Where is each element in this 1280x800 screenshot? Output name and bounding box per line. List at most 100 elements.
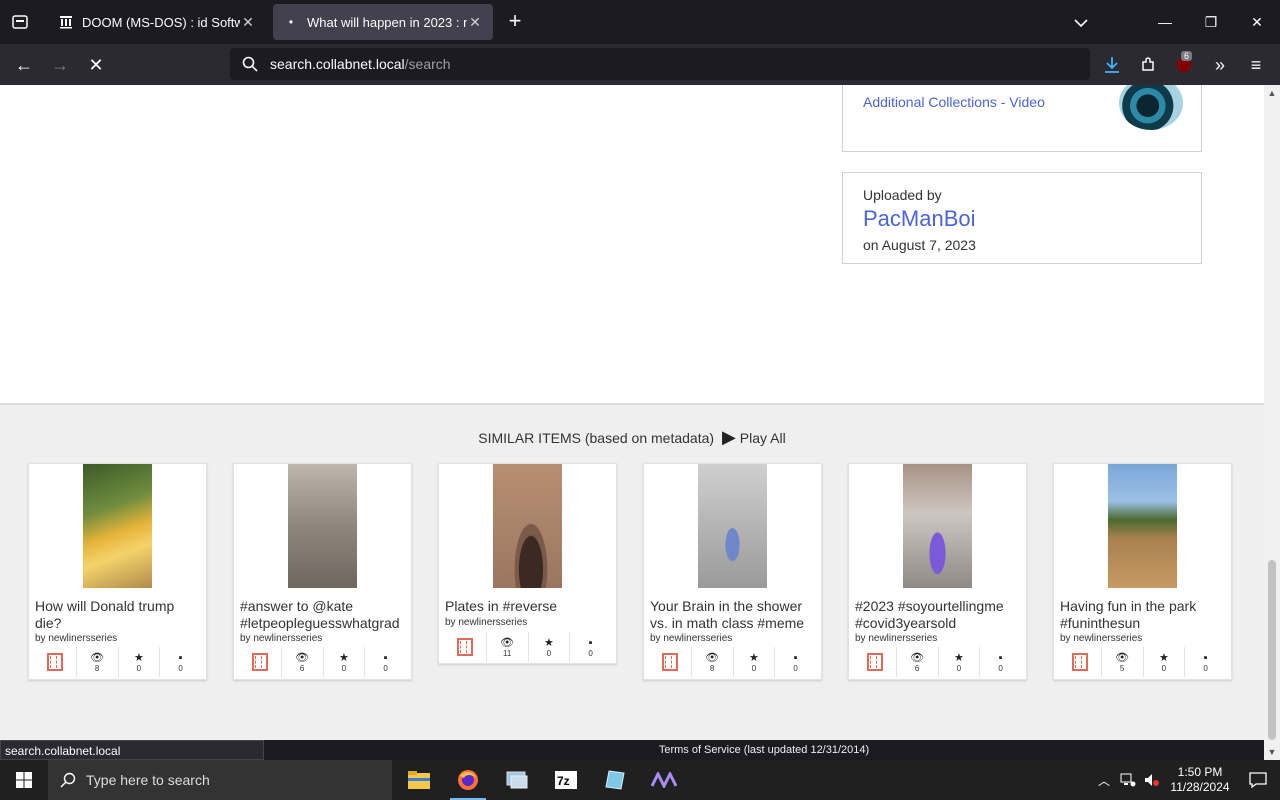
favs-stat: ★ 0 [937, 647, 980, 677]
views-stat: 👁 8 [75, 647, 118, 677]
similar-item[interactable]: How will Donald trump die? by newlinerss… [28, 463, 207, 680]
item-author[interactable]: by newlinersseries [855, 633, 937, 644]
link-status-bar: search.collabnet.local [0, 740, 264, 760]
network-icon[interactable] [1116, 773, 1140, 787]
comments-stat: ▪ 0 [979, 647, 1021, 677]
page-content: Additional Collections - Video Uploaded … [0, 85, 1264, 740]
back-icon[interactable]: ← [10, 52, 38, 78]
item-thumbnail[interactable] [903, 464, 972, 588]
similar-header: SIMILAR ITEMS (based on metadata) ▶ Play … [0, 427, 1264, 448]
menu-icon[interactable]: ≡ [1242, 52, 1270, 78]
taskbar-search-input[interactable]: Type here to search [48, 760, 392, 800]
item-stats: 👁 5 ★ 0 ▪ 0 [1060, 647, 1226, 677]
comment-icon: ▪ [178, 651, 183, 664]
favs-stat: ★ 0 [732, 647, 775, 677]
uploader-link[interactable]: PacManBoi [863, 206, 976, 232]
uploaded-label: Uploaded by [863, 187, 942, 203]
terms-of-service-link[interactable]: Terms of Service (last updated 12/31/201… [264, 740, 1264, 760]
star-icon: ★ [953, 651, 964, 664]
file-explorer-icon[interactable] [395, 760, 443, 800]
item-title[interactable]: #2023 #soyourtellingme #covid3yearsold [855, 598, 1023, 632]
tab-doom[interactable]: DOOM (MS-DOS) : id Software : ✕ [48, 4, 266, 40]
similar-item[interactable]: #answer to @kate #letpeopleguesswhatgrad… [233, 463, 412, 680]
item-author[interactable]: by newlinersseries [35, 633, 117, 644]
stop-icon[interactable]: ✕ [82, 52, 110, 78]
restore-icon[interactable]: ❐ [1188, 0, 1234, 44]
eye-icon: 👁 [500, 636, 515, 649]
collection-thumbnail[interactable] [1119, 85, 1183, 130]
extension-badge: 6 [1181, 51, 1193, 61]
extensions-icon[interactable] [1134, 52, 1162, 78]
scrollbar-thumb[interactable] [1268, 560, 1276, 740]
item-stats: 👁 6 ★ 0 ▪ 0 [240, 647, 406, 677]
favs-stat: ★ 0 [527, 632, 570, 662]
firefox-icon[interactable] [444, 760, 492, 800]
url-bar[interactable]: search.collabnet.local/search [230, 48, 1090, 80]
item-stats: 👁 8 ★ 0 ▪ 0 [650, 647, 816, 677]
download-icon[interactable] [1098, 52, 1126, 78]
film-icon [445, 632, 486, 662]
upload-date: on August 7, 2023 [863, 237, 976, 253]
item-title[interactable]: Your Brain in the shower vs. in math cla… [650, 598, 818, 632]
item-author[interactable]: by newlinersseries [445, 617, 527, 628]
play-icon[interactable]: ▶ [722, 427, 736, 447]
7zip-icon[interactable]: 7z [542, 760, 590, 800]
dot-icon: • [288, 15, 294, 29]
tab-active[interactable]: • What will happen in 2023 : new ✕ [273, 4, 493, 40]
item-thumbnail[interactable] [698, 464, 767, 588]
comments-stat: ▪ 0 [569, 632, 611, 662]
clock-time: 1:50 PM [1177, 765, 1223, 779]
search-icon [230, 56, 270, 72]
new-tab-button[interactable]: + [503, 10, 527, 34]
item-thumbnail[interactable] [1108, 464, 1177, 588]
star-icon: ★ [1158, 651, 1169, 664]
film-icon [1060, 647, 1101, 677]
similar-item[interactable]: Having fun in the park #funinthesun by n… [1053, 463, 1232, 680]
svg-text:7z: 7z [557, 774, 570, 788]
minimize-icon[interactable]: — [1142, 0, 1188, 44]
chevron-down-icon[interactable] [1070, 12, 1092, 34]
notepad-icon[interactable] [591, 760, 639, 800]
star-icon: ★ [133, 651, 144, 664]
item-thumbnail[interactable] [493, 464, 562, 588]
close-icon[interactable]: ✕ [240, 14, 256, 31]
similar-item[interactable]: Plates in #reverse by newlinersseries 👁 1… [438, 463, 617, 664]
item-author[interactable]: by newlinersseries [1060, 633, 1142, 644]
firefox-view-icon[interactable] [8, 10, 32, 34]
star-icon: ★ [338, 651, 349, 664]
similar-item[interactable]: Your Brain in the shower vs. in math cla… [643, 463, 822, 680]
chevron-up-icon[interactable]: ︿ [1092, 772, 1116, 789]
close-icon[interactable]: ✕ [467, 14, 483, 31]
item-title[interactable]: #answer to @kate #letpeopleguesswhatgrad [240, 598, 408, 632]
scroll-up-icon[interactable]: ▲ [1264, 85, 1280, 101]
play-all-link[interactable]: Play All [740, 430, 786, 446]
wireshark-icon[interactable] [640, 760, 688, 800]
scroll-down-icon[interactable]: ▼ [1264, 744, 1280, 760]
comments-stat: ▪ 0 [774, 647, 816, 677]
notification-icon[interactable] [1236, 772, 1280, 788]
item-title[interactable]: Plates in #reverse [445, 598, 613, 615]
taskbar-clock[interactable]: 1:50 PM 11/28/2024 [1164, 765, 1236, 795]
overflow-chevron-icon[interactable]: » [1206, 52, 1234, 78]
collection-link[interactable]: Additional Collections - Video [863, 94, 1045, 110]
search-placeholder: Type here to search [86, 772, 210, 788]
item-thumbnail[interactable] [288, 464, 357, 588]
item-thumbnail[interactable] [83, 464, 152, 588]
comments-stat: ▪ 0 [364, 647, 406, 677]
library-icon [58, 14, 74, 30]
favs-stat: ★ 0 [1142, 647, 1185, 677]
windows-start-icon[interactable] [0, 760, 48, 800]
forward-icon[interactable]: → [46, 52, 74, 78]
close-window-icon[interactable]: ✕ [1234, 0, 1280, 44]
clock-date: 11/28/2024 [1170, 780, 1230, 794]
similar-item[interactable]: #2023 #soyourtellingme #covid3yearsold b… [848, 463, 1027, 680]
item-title[interactable]: How will Donald trump die? [35, 598, 203, 632]
network-app-icon[interactable] [493, 760, 541, 800]
item-author[interactable]: by newlinersseries [650, 633, 732, 644]
volume-muted-icon[interactable] [1140, 773, 1164, 787]
page-scrollbar[interactable]: ▲ ▼ [1264, 85, 1280, 760]
comment-icon: ▪ [383, 651, 388, 664]
item-author[interactable]: by newlinersseries [240, 633, 322, 644]
item-title[interactable]: Having fun in the park #funinthesun [1060, 598, 1228, 632]
star-icon: ★ [543, 636, 554, 649]
